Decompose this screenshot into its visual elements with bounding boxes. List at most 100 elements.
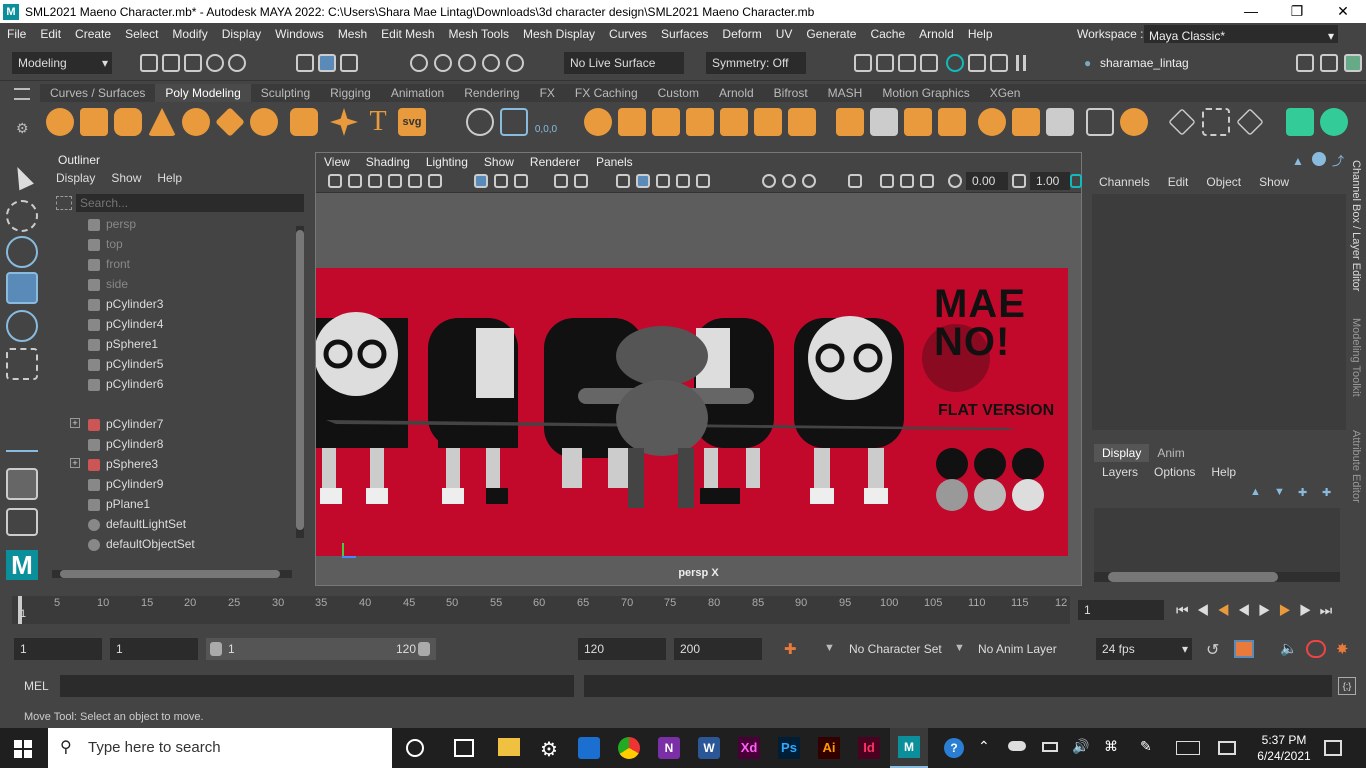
viewport-menu-panels[interactable]: Panels (588, 153, 641, 171)
indesign-icon[interactable]: Id (858, 737, 880, 759)
keyboard-icon[interactable] (1176, 741, 1200, 755)
battery-icon[interactable] (1042, 742, 1058, 752)
platonic-solid-icon[interactable] (290, 108, 318, 136)
smooth-shade-icon[interactable] (636, 174, 650, 188)
fps-dropdown[interactable]: 24 fps ▾ (1096, 638, 1192, 660)
bridge-icon[interactable] (754, 108, 782, 136)
new-layer-icon[interactable]: ✚ (1298, 486, 1307, 499)
tab-curves-surfaces[interactable]: Curves / Surfaces (40, 84, 155, 102)
outliner-item-defaultlightset[interactable]: defaultLightSet (106, 517, 186, 531)
close-button[interactable]: ✕ (1320, 0, 1366, 23)
connect-icon[interactable] (1236, 108, 1264, 136)
move-layer-down-icon[interactable]: ▼ (1274, 486, 1285, 498)
user-account[interactable]: sharamae_lintag ● (1080, 53, 1202, 73)
move-layer-up-icon[interactable]: ▲ (1250, 486, 1261, 498)
step-forward-icon[interactable]: ▶ (1299, 602, 1320, 618)
range-end-handle[interactable] (418, 642, 430, 656)
onenote-icon[interactable]: N (658, 737, 680, 759)
append-icon[interactable] (904, 108, 932, 136)
shadows-icon[interactable] (762, 174, 776, 188)
snap-surface-icon[interactable] (506, 54, 524, 72)
poly-cylinder-icon[interactable] (114, 108, 142, 136)
tab-fx-caching[interactable]: FX Caching (565, 84, 648, 102)
resolution-gate-icon[interactable] (514, 174, 528, 188)
camera-select-icon[interactable] (328, 174, 342, 188)
tool-settings-icon[interactable]: ▲ (1292, 154, 1304, 168)
menu-edit-mesh[interactable]: Edit Mesh (374, 23, 441, 45)
viewport-menu-renderer[interactable]: Renderer (522, 153, 588, 171)
character-set-field[interactable]: No Character Set (843, 638, 943, 660)
tab-modeling-toolkit[interactable]: Modeling Toolkit (1350, 318, 1362, 397)
menu-deform[interactable]: Deform (715, 23, 768, 45)
new-layer-selected-icon[interactable]: ✚ (1322, 486, 1331, 499)
range-start-handle[interactable] (210, 642, 222, 656)
menu-create[interactable]: Create (68, 23, 118, 45)
target-weld-icon[interactable] (1202, 108, 1230, 136)
layers-menu-options[interactable]: Options (1146, 465, 1203, 479)
playback-end-field[interactable]: 120 (578, 638, 666, 660)
2d-pan-zoom-icon[interactable] (408, 174, 422, 188)
pause-icon[interactable] (1016, 55, 1026, 71)
menu-uv[interactable]: UV (769, 23, 800, 45)
start-time-field[interactable]: 1 (14, 638, 102, 660)
xray-icon[interactable] (880, 174, 894, 188)
outliner-vertical-scrollbar[interactable] (296, 226, 304, 538)
camera-attributes-icon[interactable] (348, 174, 362, 188)
character-icon[interactable]: ✸ (1336, 640, 1349, 658)
taskbar-search-box[interactable]: ⚲ Type here to search (48, 728, 392, 768)
poly-plane-icon[interactable] (215, 107, 245, 137)
snap-view-icon[interactable] (482, 54, 500, 72)
playback-start-field[interactable]: 1 (110, 638, 198, 660)
tab-anim[interactable]: Anim (1149, 444, 1192, 462)
field-chart-icon[interactable] (554, 174, 568, 188)
channelbox-menu-channels[interactable]: Channels (1090, 175, 1159, 189)
layout-single-icon[interactable] (6, 468, 38, 500)
bevel-icon[interactable] (870, 108, 898, 136)
circularize-icon[interactable] (1046, 108, 1074, 136)
chrome-icon[interactable] (618, 737, 640, 759)
filter-icon[interactable] (56, 196, 72, 210)
render-view-icon[interactable] (990, 54, 1008, 72)
menu-curves[interactable]: Curves (602, 23, 654, 45)
cortana-icon[interactable] (406, 739, 424, 757)
illustrator-icon[interactable]: Ai (818, 737, 840, 759)
menu-mesh-tools[interactable]: Mesh Tools (442, 23, 516, 45)
tab-xgen[interactable]: XGen (980, 84, 1031, 102)
gamma-field[interactable]: 1.00 (1030, 172, 1070, 190)
uv-editor-icon[interactable] (1320, 108, 1348, 136)
exposure-icon[interactable] (948, 174, 962, 188)
backface-culling-icon[interactable] (920, 174, 934, 188)
snap-curve-icon[interactable] (434, 54, 452, 72)
restore-button[interactable]: ❐ (1274, 0, 1320, 23)
anim-layer-field[interactable]: No Anim Layer (972, 638, 1072, 660)
tab-mash[interactable]: MASH (818, 84, 873, 102)
channelbox-menu-show[interactable]: Show (1250, 175, 1298, 189)
viewport-menu-lighting[interactable]: Lighting (418, 153, 476, 171)
render-frame-icon[interactable] (854, 54, 872, 72)
tab-channel-box-layer-editor[interactable]: Channel Box / Layer Editor (1350, 160, 1362, 291)
cache-playback-icon[interactable] (1234, 640, 1254, 658)
menu-generate[interactable]: Generate (799, 23, 863, 45)
grid-icon[interactable] (474, 174, 488, 188)
shelf-menu-icon[interactable] (14, 88, 30, 100)
play-backward-icon[interactable]: ◀ (1238, 602, 1259, 618)
select-tool-icon[interactable] (10, 163, 34, 191)
tab-rendering[interactable]: Rendering (454, 84, 529, 102)
channelbox-menu-object[interactable]: Object (1197, 175, 1250, 189)
select-object-icon[interactable] (318, 54, 336, 72)
lights-icon[interactable] (696, 174, 710, 188)
timeline-track[interactable]: 1 5 10 15 20 25 30 35 40 45 50 55 60 65 … (12, 596, 1070, 624)
weld-icon[interactable] (1120, 108, 1148, 136)
scale-tool-icon[interactable] (6, 348, 38, 380)
layers-menu-help[interactable]: Help (1203, 465, 1244, 479)
isolate-select-icon[interactable] (848, 174, 862, 188)
outliner-item-psphere3[interactable]: pSphere3 (106, 457, 158, 471)
menu-arnold[interactable]: Arnold (912, 23, 961, 45)
tab-attribute-editor[interactable]: Attribute Editor (1350, 430, 1362, 503)
poly-cube-icon[interactable] (80, 108, 108, 136)
layout-icon[interactable] (1296, 54, 1314, 72)
outliner-search-input[interactable] (76, 194, 304, 212)
help-icon[interactable]: ? (944, 738, 964, 758)
fill-hole-icon[interactable] (788, 108, 816, 136)
play-forward-icon[interactable]: ▶ (1258, 602, 1279, 618)
